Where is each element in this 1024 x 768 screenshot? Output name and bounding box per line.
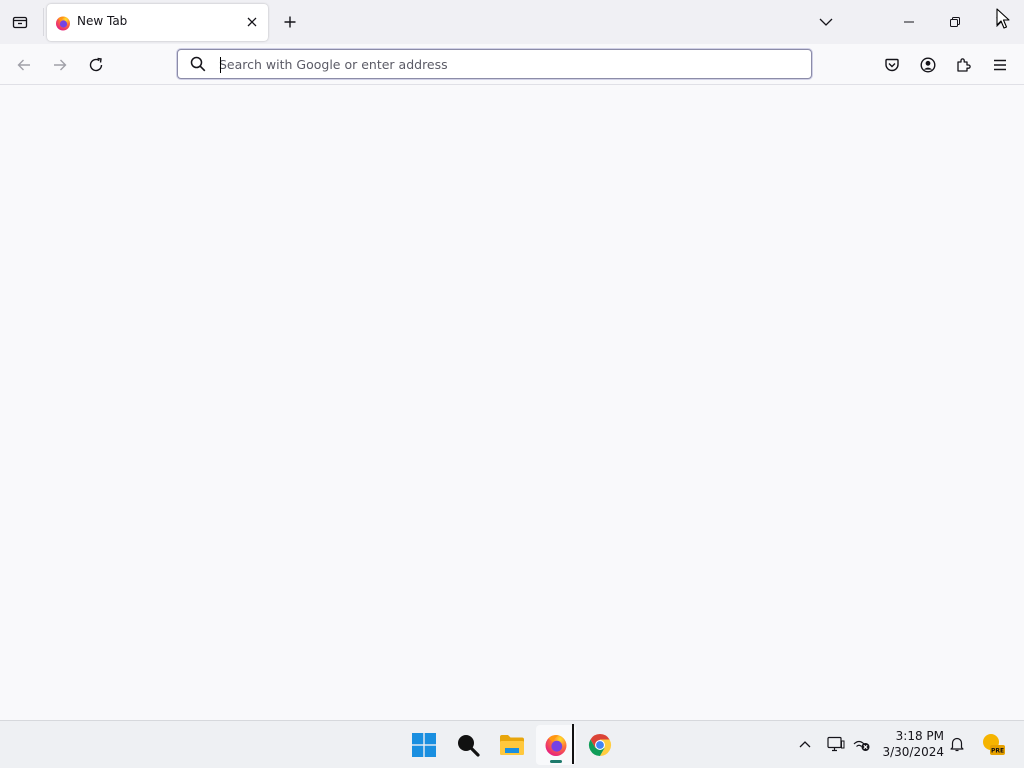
- list-all-tabs-button[interactable]: [815, 11, 837, 33]
- back-button[interactable]: [11, 52, 37, 78]
- weather-widget-button[interactable]: PRE: [980, 731, 1006, 757]
- file-explorer-button[interactable]: [492, 725, 532, 765]
- clock-time: 3:18 PM: [895, 729, 944, 743]
- tab-strip: New Tab: [0, 0, 1024, 44]
- weather-badge-icon: PRE: [983, 734, 1005, 755]
- firefox-icon: [545, 735, 567, 756]
- network-disconnected-icon: [853, 740, 870, 751]
- page-content: [0, 85, 1024, 720]
- arrow-left-icon: [17, 59, 30, 71]
- show-hidden-icons-button[interactable]: [794, 733, 816, 755]
- restore-icon: [950, 17, 960, 27]
- search-icon: [190, 56, 206, 72]
- clock-date: 3/30/2024: [882, 745, 944, 759]
- taskbar-search-button[interactable]: [448, 725, 488, 765]
- bell-icon: [950, 737, 964, 752]
- hamburger-icon: [994, 59, 1006, 71]
- tab-list-icon: [12, 16, 28, 29]
- chrome-icon: [588, 734, 612, 756]
- network-status-button[interactable]: [851, 733, 873, 755]
- plus-icon: [284, 16, 296, 28]
- taskbar: 3:18 PM 3/30/2024 PRE: [0, 720, 1024, 768]
- tab-list-button[interactable]: [8, 10, 32, 34]
- monitor-icon: [827, 736, 845, 752]
- arrow-right-icon: [54, 59, 67, 71]
- chrome-taskbar-button[interactable]: [580, 725, 620, 765]
- firefox-icon: [56, 16, 70, 31]
- tab-separator: [43, 8, 44, 36]
- puzzle-icon: [957, 58, 971, 72]
- chevron-down-icon: [819, 18, 833, 26]
- forward-button[interactable]: [47, 52, 73, 78]
- address-input[interactable]: [219, 54, 789, 74]
- notifications-button[interactable]: [946, 733, 968, 755]
- account-icon: [920, 57, 936, 73]
- address-bar[interactable]: [177, 49, 812, 79]
- close-icon: [247, 17, 257, 27]
- text-caret: [220, 57, 221, 73]
- minimize-button[interactable]: [886, 0, 932, 44]
- navigation-toolbar: [0, 44, 1024, 85]
- chevron-up-icon: [799, 741, 811, 748]
- pocket-button[interactable]: [879, 52, 905, 78]
- mouse-pointer-icon: [996, 8, 1010, 29]
- weather-badge-text: PRE: [991, 748, 1004, 755]
- system-clock[interactable]: 3:18 PM 3/30/2024: [878, 728, 944, 760]
- restore-button[interactable]: [932, 0, 978, 44]
- extensions-button[interactable]: [951, 52, 977, 78]
- start-button[interactable]: [404, 725, 444, 765]
- account-button[interactable]: [915, 52, 941, 78]
- firefox-taskbar-button[interactable]: [536, 725, 576, 765]
- folder-icon: [500, 735, 524, 755]
- active-app-indicator: [550, 760, 562, 763]
- reload-button[interactable]: [83, 52, 109, 78]
- tab-title: New Tab: [77, 14, 128, 28]
- reload-icon: [89, 57, 103, 72]
- search-icon: [458, 735, 480, 757]
- taskbar-text-cursor: [572, 724, 575, 764]
- minimize-icon: [904, 21, 914, 23]
- app-menu-button[interactable]: [987, 52, 1013, 78]
- pocket-icon: [885, 58, 899, 72]
- tab-new-tab[interactable]: New Tab: [47, 4, 268, 41]
- display-status-button[interactable]: [825, 733, 847, 755]
- windows-logo-icon: [412, 733, 436, 757]
- new-tab-button[interactable]: [279, 11, 301, 33]
- tab-close-button[interactable]: [244, 14, 260, 30]
